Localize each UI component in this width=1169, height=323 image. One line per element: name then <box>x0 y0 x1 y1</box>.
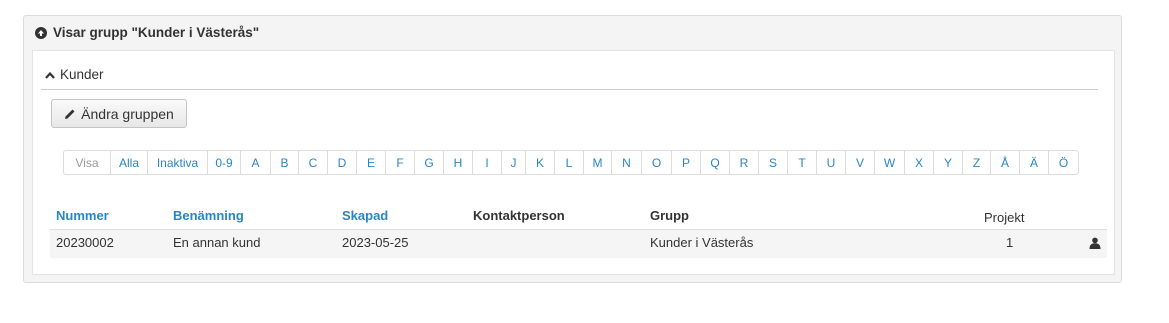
letter-filter: Visa Alla Inaktiva 0-9 A B C D E F G H I J K L M N O P Q R S T U… <box>63 150 1079 175</box>
filter-i[interactable]: I <box>472 151 501 174</box>
filter-m[interactable]: M <box>583 151 611 174</box>
filter-q[interactable]: Q <box>700 151 729 174</box>
col-projekt: Projekt <box>984 210 1025 225</box>
filter-å[interactable]: Å <box>990 151 1019 174</box>
filter-k[interactable]: K <box>525 151 554 174</box>
filter-a[interactable]: A <box>240 151 270 174</box>
filter-r[interactable]: R <box>729 151 758 174</box>
filter-l[interactable]: L <box>554 151 583 174</box>
pencil-icon <box>65 109 75 119</box>
panel-title: Visar grupp "Kunder i Västerås" <box>53 25 260 40</box>
col-benamning[interactable]: Benämning <box>173 208 244 223</box>
filter-g[interactable]: G <box>414 151 443 174</box>
filter-s[interactable]: S <box>758 151 787 174</box>
col-skapad[interactable]: Skapad <box>342 208 388 223</box>
filter-j[interactable]: J <box>501 151 525 174</box>
filter-inaktiva[interactable]: Inaktiva <box>147 151 207 174</box>
filter-c[interactable]: C <box>298 151 327 174</box>
filter-alla[interactable]: Alla <box>110 151 147 174</box>
col-grupp: Grupp <box>650 208 689 223</box>
col-nummer[interactable]: Nummer <box>56 208 109 223</box>
chevron-up-icon <box>45 71 55 79</box>
filter-z[interactable]: Z <box>962 151 990 174</box>
filter-x[interactable]: X <box>904 151 933 174</box>
filter-d[interactable]: D <box>327 151 356 174</box>
filter-h[interactable]: H <box>443 151 472 174</box>
cell-benamning[interactable]: En annan kund <box>173 235 260 250</box>
col-kontaktperson: Kontaktperson <box>473 208 565 223</box>
cell-nummer: 20230002 <box>56 235 114 250</box>
filter-p[interactable]: P <box>671 151 700 174</box>
circle-arrow-up-icon <box>35 26 47 39</box>
section-divider <box>41 89 1098 90</box>
filter-o[interactable]: O <box>641 151 671 174</box>
edit-group-button[interactable]: Ändra gruppen <box>51 99 187 128</box>
filter-w[interactable]: W <box>874 151 904 174</box>
filter-n[interactable]: N <box>611 151 641 174</box>
filter-v[interactable]: V <box>845 151 874 174</box>
filter-e[interactable]: E <box>356 151 385 174</box>
filter-ö[interactable]: Ö <box>1048 151 1078 174</box>
filter-f[interactable]: F <box>385 151 414 174</box>
filter-ä[interactable]: Ä <box>1019 151 1048 174</box>
filter-label: Visa <box>75 155 99 170</box>
edit-group-label: Ändra gruppen <box>81 105 174 122</box>
user-icon[interactable] <box>1089 237 1101 249</box>
section-header[interactable]: Kunder <box>45 67 104 82</box>
filter-u[interactable]: U <box>816 151 845 174</box>
filter-t[interactable]: T <box>787 151 816 174</box>
customers-section: Kunder Ändra gruppen Visa Alla Inaktiva 0-9… <box>32 50 1115 275</box>
cell-grupp: Kunder i Västerås <box>650 235 754 250</box>
section-title: Kunder <box>60 67 104 82</box>
cell-projekt: 1 <box>1006 235 1014 250</box>
group-panel: Visar grupp "Kunder i Västerås" Kunder Ä… <box>23 15 1122 283</box>
cell-skapad: 2023-05-25 <box>342 235 409 250</box>
filter-0-9[interactable]: 0-9 <box>207 151 240 174</box>
filter-y[interactable]: Y <box>933 151 962 174</box>
panel-header[interactable]: Visar grupp "Kunder i Västerås" <box>35 25 259 40</box>
filter-b[interactable]: B <box>270 151 298 174</box>
